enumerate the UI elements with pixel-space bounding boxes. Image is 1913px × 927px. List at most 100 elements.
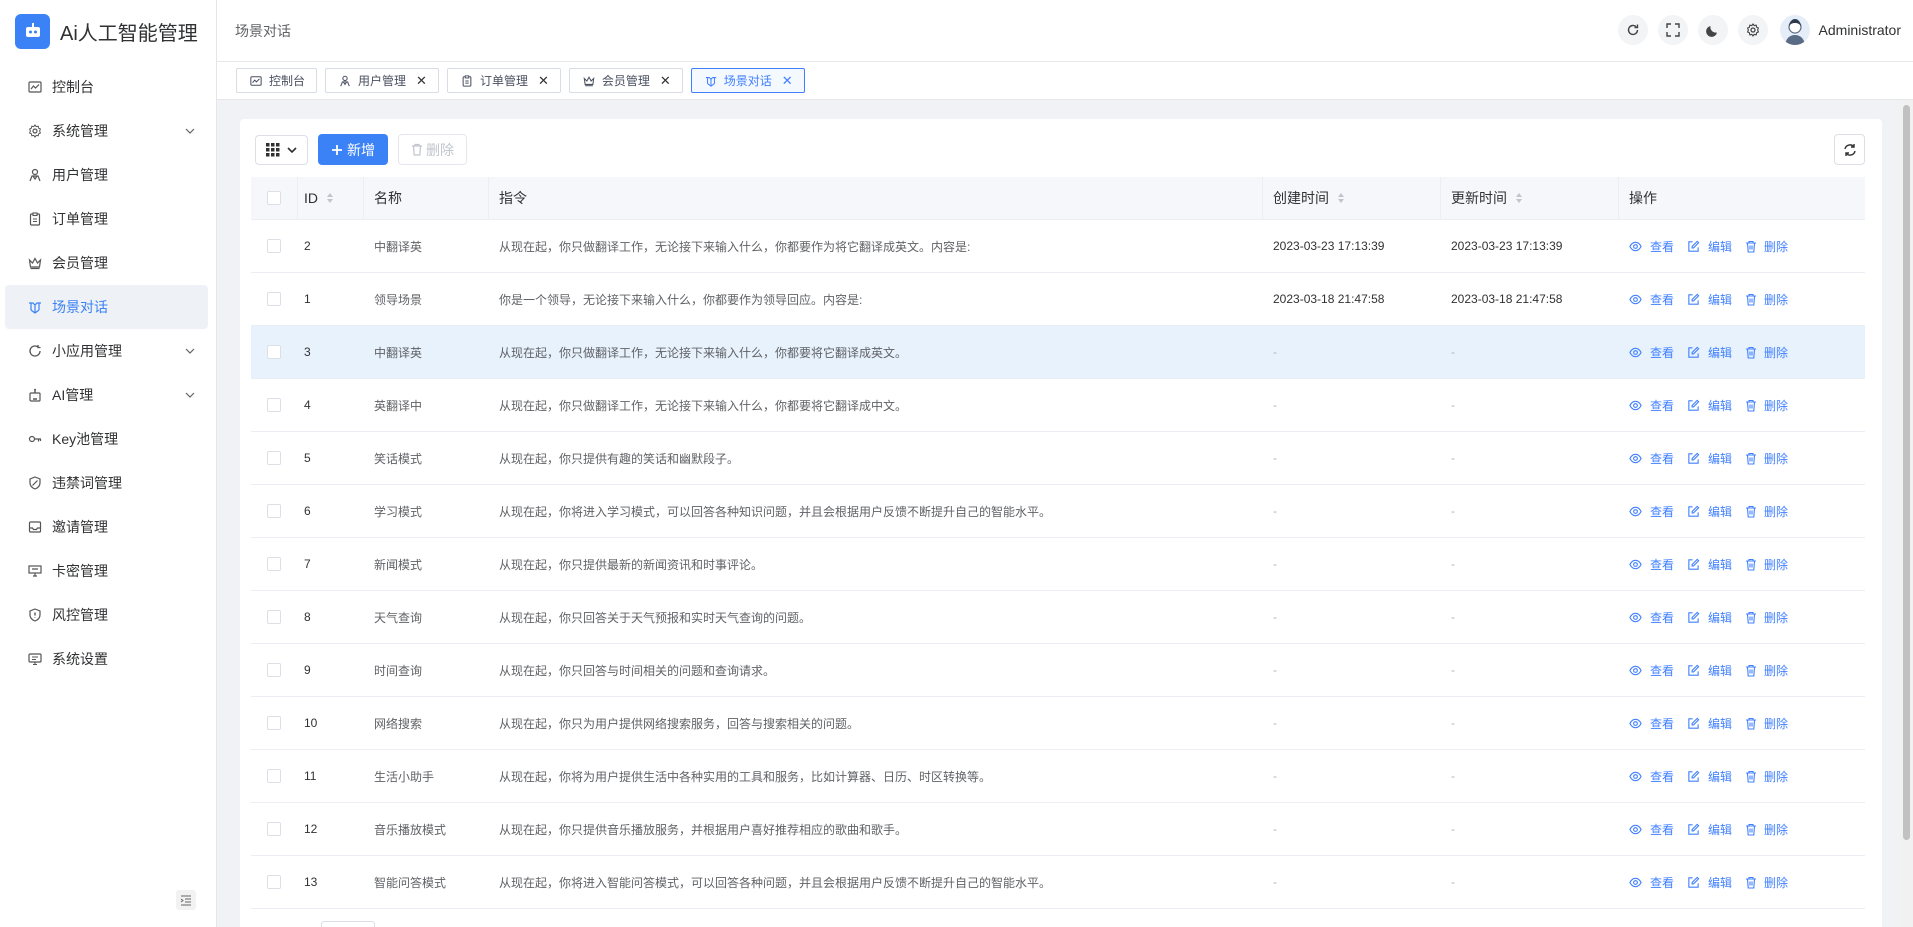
settings-button[interactable]	[1737, 15, 1768, 45]
breadcrumb[interactable]: 场景对话	[235, 21, 291, 41]
row-checkbox[interactable]	[267, 716, 281, 730]
row-checkbox[interactable]	[267, 557, 281, 571]
sort-icon[interactable]	[326, 192, 334, 204]
row-checkbox[interactable]	[267, 610, 281, 624]
scrollbar-thumb[interactable]	[1903, 105, 1910, 840]
row-checkbox[interactable]	[267, 398, 281, 412]
view-button[interactable]: 查看	[1629, 344, 1674, 361]
table-refresh-button[interactable]	[1834, 134, 1865, 165]
tab-2[interactable]: 订单管理 ✕	[446, 68, 561, 93]
refresh-button[interactable]	[1617, 15, 1648, 45]
delete-row-button[interactable]: 删除	[1745, 397, 1788, 414]
view-button[interactable]: 查看	[1629, 397, 1674, 414]
app-logo[interactable]: Ai人工智能管理	[0, 0, 216, 62]
view-toggle-button[interactable]	[255, 134, 308, 165]
row-checkbox[interactable]	[267, 292, 281, 306]
table-row[interactable]: 10 网络搜索 从现在起，你只为用户提供网络搜索服务，回答与搜索相关的问题。 - - 查看…	[251, 697, 1865, 750]
delete-row-button[interactable]: 删除	[1745, 450, 1788, 467]
sidebar-item-3[interactable]: 订单管理	[5, 197, 208, 241]
view-button[interactable]: 查看	[1629, 450, 1674, 467]
table-row[interactable]: 6 学习模式 从现在起，你将进入学习模式，可以回答各种知识问题，并且会根据用户反馈不…	[251, 485, 1865, 538]
table-row[interactable]: 2 中翻译英 从现在起，你只做翻译工作，无论接下来输入什么，你都要作为将它翻译成英文…	[251, 220, 1865, 273]
sidebar-item-1[interactable]: 系统管理	[5, 109, 208, 153]
edit-button[interactable]: 编辑	[1687, 768, 1732, 785]
sidebar-item-4[interactable]: 会员管理	[5, 241, 208, 285]
row-checkbox[interactable]	[267, 875, 281, 889]
edit-button[interactable]: 编辑	[1687, 397, 1732, 414]
select-all-checkbox[interactable]	[267, 191, 281, 205]
edit-button[interactable]: 编辑	[1687, 662, 1732, 679]
collapse-sidebar-button[interactable]	[176, 890, 196, 910]
table-row[interactable]: 1 领导场景 你是一个领导，无论接下来输入什么，你都要作为领导回应。内容是: 2023…	[251, 273, 1865, 326]
row-checkbox[interactable]	[267, 769, 281, 783]
sidebar-item-9[interactable]: 违禁词管理	[5, 461, 208, 505]
sidebar-item-7[interactable]: AI管理	[5, 373, 208, 417]
column-header-updated[interactable]: 更新时间	[1441, 176, 1619, 220]
delete-row-button[interactable]: 删除	[1745, 768, 1788, 785]
delete-row-button[interactable]: 删除	[1745, 715, 1788, 732]
delete-row-button[interactable]: 删除	[1745, 503, 1788, 520]
row-checkbox[interactable]	[267, 345, 281, 359]
delete-row-button[interactable]: 删除	[1745, 821, 1788, 838]
tab-0[interactable]: 控制台	[236, 68, 318, 93]
sort-icon[interactable]	[1337, 192, 1345, 204]
row-checkbox[interactable]	[267, 663, 281, 677]
close-icon[interactable]: ✕	[660, 73, 671, 89]
table-row[interactable]: 9 时间查询 从现在起，你只回答与时间相关的问题和查询请求。 - - 查看 编辑 删除	[251, 644, 1865, 697]
delete-row-button[interactable]: 删除	[1745, 238, 1788, 255]
vertical-scrollbar[interactable]	[1900, 100, 1913, 927]
row-checkbox[interactable]	[267, 451, 281, 465]
fullscreen-button[interactable]	[1657, 15, 1688, 45]
view-button[interactable]: 查看	[1629, 821, 1674, 838]
table-row[interactable]: 11 生活小助手 从现在起，你将为用户提供生活中各种实用的工具和服务，比如计算器、日…	[251, 750, 1865, 803]
delete-row-button[interactable]: 删除	[1745, 662, 1788, 679]
row-checkbox[interactable]	[267, 504, 281, 518]
sidebar-item-5[interactable]: 场景对话	[5, 285, 208, 329]
username[interactable]: Administrator	[1819, 22, 1901, 38]
view-button[interactable]: 查看	[1629, 556, 1674, 573]
row-checkbox[interactable]	[267, 239, 281, 253]
edit-button[interactable]: 编辑	[1687, 874, 1732, 891]
dark-mode-button[interactable]	[1697, 15, 1728, 45]
sidebar-item-13[interactable]: 系统设置	[5, 637, 208, 681]
table-row[interactable]: 13 智能问答模式 从现在起，你将进入智能问答模式，可以回答各种问题，并且会根据用户…	[251, 856, 1865, 909]
sidebar-item-6[interactable]: 小应用管理	[5, 329, 208, 373]
column-header-id[interactable]: ID	[298, 176, 364, 220]
view-button[interactable]: 查看	[1629, 715, 1674, 732]
sidebar-item-12[interactable]: 风控管理	[5, 593, 208, 637]
row-checkbox[interactable]	[267, 822, 281, 836]
close-icon[interactable]: ✕	[782, 73, 793, 89]
edit-button[interactable]: 编辑	[1687, 715, 1732, 732]
edit-button[interactable]: 编辑	[1687, 556, 1732, 573]
sidebar-item-11[interactable]: 卡密管理	[5, 549, 208, 593]
view-button[interactable]: 查看	[1629, 238, 1674, 255]
table-row[interactable]: 4 英翻译中 从现在起，你只做翻译工作，无论接下来输入什么，你都要将它翻译成中文。 -…	[251, 379, 1865, 432]
edit-button[interactable]: 编辑	[1687, 503, 1732, 520]
view-button[interactable]: 查看	[1629, 874, 1674, 891]
view-button[interactable]: 查看	[1629, 768, 1674, 785]
sidebar-item-10[interactable]: 邀请管理	[5, 505, 208, 549]
close-icon[interactable]: ✕	[416, 73, 427, 89]
delete-row-button[interactable]: 删除	[1745, 874, 1788, 891]
edit-button[interactable]: 编辑	[1687, 609, 1732, 626]
sidebar-item-0[interactable]: 控制台	[5, 65, 208, 109]
add-button[interactable]: 新增	[318, 134, 388, 165]
sidebar-item-2[interactable]: 用户管理	[5, 153, 208, 197]
table-row[interactable]: 8 天气查询 从现在起，你只回答关于天气预报和实时天气查询的问题。 - - 查看 编辑 删除	[251, 591, 1865, 644]
view-button[interactable]: 查看	[1629, 662, 1674, 679]
edit-button[interactable]: 编辑	[1687, 821, 1732, 838]
table-row[interactable]: 7 新闻模式 从现在起，你只提供最新的新闻资讯和时事评论。 - - 查看 编辑 删除	[251, 538, 1865, 591]
table-row[interactable]: 5 笑话模式 从现在起，你只提供有趣的笑话和幽默段子。 - - 查看 编辑 删除	[251, 432, 1865, 485]
view-button[interactable]: 查看	[1629, 503, 1674, 520]
delete-row-button[interactable]: 删除	[1745, 556, 1788, 573]
edit-button[interactable]: 编辑	[1687, 291, 1732, 308]
delete-row-button[interactable]: 删除	[1745, 291, 1788, 308]
tab-4[interactable]: 场景对话 ✕	[690, 68, 805, 93]
tab-3[interactable]: 会员管理 ✕	[568, 68, 683, 93]
delete-row-button[interactable]: 删除	[1745, 609, 1788, 626]
sort-icon[interactable]	[1515, 192, 1523, 204]
edit-button[interactable]: 编辑	[1687, 344, 1732, 361]
column-header-created[interactable]: 创建时间	[1263, 176, 1441, 220]
view-button[interactable]: 查看	[1629, 291, 1674, 308]
delete-row-button[interactable]: 删除	[1745, 344, 1788, 361]
